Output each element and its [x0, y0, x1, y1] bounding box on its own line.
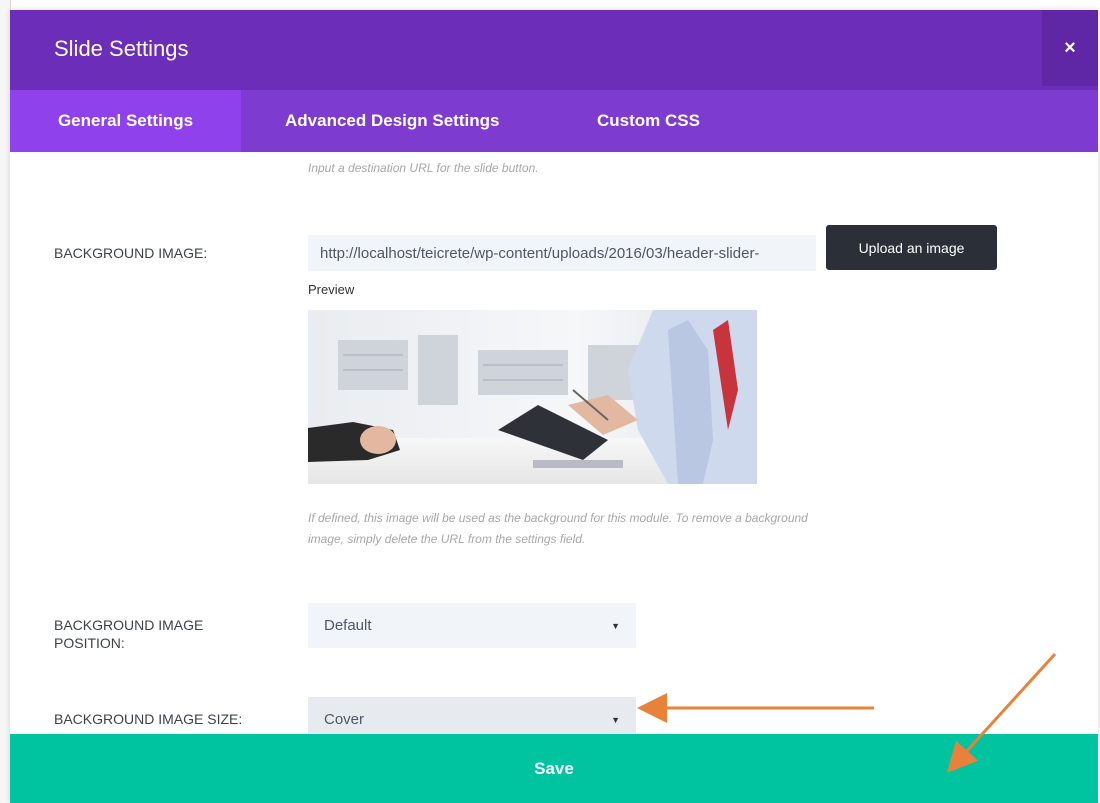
tab-custom-css[interactable]: Custom CSS	[597, 90, 700, 152]
background-size-label: BACKGROUND IMAGE SIZE:	[54, 711, 243, 727]
modal-title: Slide Settings	[54, 36, 189, 61]
modal-header: Slide Settings ×	[10, 10, 1098, 90]
background-image-help-line2: image, simply delete the URL from the se…	[308, 532, 586, 546]
preview-label: Preview	[308, 282, 355, 297]
background-position-select[interactable]: Default ▼	[308, 603, 636, 648]
button-url-help: Input a destination URL for the slide bu…	[308, 161, 539, 175]
background-position-label-line1: BACKGROUND IMAGE	[54, 617, 204, 633]
close-button[interactable]: ×	[1042, 10, 1098, 86]
background-position-value: Default	[324, 617, 372, 634]
background-size-value: Cover	[324, 711, 365, 728]
settings-tabs: General Settings Advanced Design Setting…	[10, 90, 1098, 152]
background-image-preview	[308, 310, 757, 484]
save-button[interactable]: Save	[10, 734, 1098, 803]
chevron-down-icon: ▼	[611, 714, 620, 725]
background-image-help: If defined, this image will be used as t…	[308, 508, 808, 550]
background-image-url-input[interactable]	[308, 235, 816, 271]
tab-general-settings[interactable]: General Settings	[10, 90, 241, 152]
settings-content: Input a destination URL for the slide bu…	[10, 152, 1098, 742]
chevron-down-icon: ▼	[611, 620, 620, 631]
upload-image-button[interactable]: Upload an image	[826, 225, 997, 270]
tab-advanced-design-settings[interactable]: Advanced Design Settings	[285, 90, 499, 152]
background-position-label: BACKGROUND IMAGE POSITION:	[54, 616, 203, 652]
preview-photo	[308, 310, 757, 484]
background-image-help-line1: If defined, this image will be used as t…	[308, 511, 808, 525]
close-icon: ×	[1064, 36, 1076, 59]
background-image-label: BACKGROUND IMAGE:	[54, 245, 208, 261]
background-position-label-line2: POSITION:	[54, 635, 125, 651]
slide-settings-modal: Slide Settings × General Settings Advanc…	[10, 10, 1098, 803]
